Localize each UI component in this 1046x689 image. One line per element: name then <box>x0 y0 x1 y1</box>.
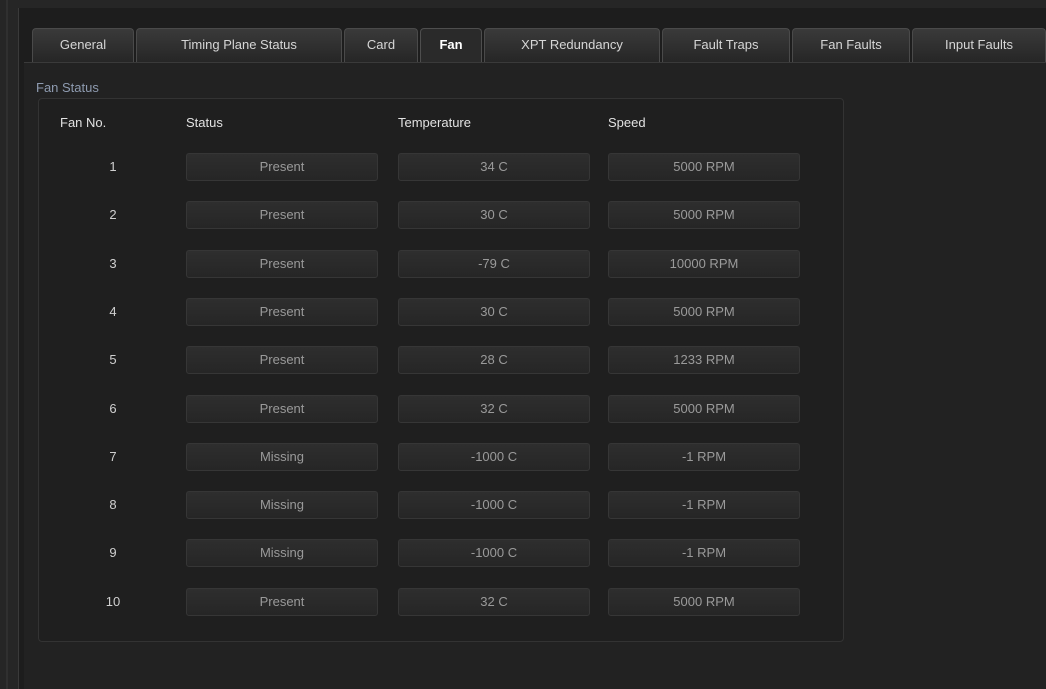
fan-number: 6 <box>109 401 117 416</box>
fan-number: 7 <box>109 449 117 464</box>
tab-xpt-redundancy[interactable]: XPT Redundancy <box>484 28 660 62</box>
window-top-border <box>18 0 1046 8</box>
tab-fault-traps[interactable]: Fault Traps <box>662 28 790 62</box>
fan-number: 1 <box>109 159 117 174</box>
fan-status-field: Missing <box>186 491 378 519</box>
fan-status-field: Present <box>186 250 378 278</box>
column-header-temperature: Temperature <box>398 115 471 130</box>
fan-temperature-field: -79 C <box>398 250 590 278</box>
column-header-fan-no: Fan No. <box>60 115 107 130</box>
tab-timing-plane-status[interactable]: Timing Plane Status <box>136 28 342 62</box>
fan-number: 2 <box>109 207 117 222</box>
tab-card[interactable]: Card <box>344 28 418 62</box>
fan-number: 4 <box>109 304 117 319</box>
fan-status-field: Present <box>186 153 378 181</box>
fan-temperature-field: -1000 C <box>398 491 590 519</box>
fan-status-field: Missing <box>186 443 378 471</box>
application-window: General Timing Plane Status Card Fan XPT… <box>0 0 1046 689</box>
fan-status-field: Present <box>186 201 378 229</box>
fan-number: 8 <box>109 497 117 512</box>
fan-speed-field: 5000 RPM <box>608 395 800 423</box>
fan-temperature-field: -1000 C <box>398 443 590 471</box>
fan-speed-field: 5000 RPM <box>608 153 800 181</box>
fan-status-field: Present <box>186 298 378 326</box>
fan-temperature-field: -1000 C <box>398 539 590 567</box>
fan-speed-field: 1233 RPM <box>608 346 800 374</box>
fan-speed-field: 10000 RPM <box>608 250 800 278</box>
fan-speed-field: -1 RPM <box>608 443 800 471</box>
section-title: Fan Status <box>36 80 99 95</box>
fan-temperature-field: 30 C <box>398 298 590 326</box>
fan-temperature-field: 32 C <box>398 395 590 423</box>
fan-number: 9 <box>109 545 117 560</box>
tab-fan[interactable]: Fan <box>420 28 482 63</box>
fan-speed-field: 5000 RPM <box>608 201 800 229</box>
fan-temperature-field: 34 C <box>398 153 590 181</box>
fan-status-field: Present <box>186 588 378 616</box>
fan-number: 3 <box>109 256 117 271</box>
tab-bar: General Timing Plane Status Card Fan XPT… <box>24 28 1046 63</box>
fan-temperature-field: 28 C <box>398 346 590 374</box>
fan-status-field: Present <box>186 395 378 423</box>
fan-status-field: Present <box>186 346 378 374</box>
fan-temperature-field: 30 C <box>398 201 590 229</box>
fan-speed-field: -1 RPM <box>608 539 800 567</box>
fan-number: 5 <box>109 352 117 367</box>
fan-speed-field: -1 RPM <box>608 491 800 519</box>
column-header-speed: Speed <box>608 115 646 130</box>
fan-status-field: Missing <box>186 539 378 567</box>
fan-temperature-field: 32 C <box>398 588 590 616</box>
fan-speed-field: 5000 RPM <box>608 298 800 326</box>
column-header-status: Status <box>186 115 223 130</box>
fan-number: 10 <box>105 594 121 609</box>
tab-input-faults[interactable]: Input Faults <box>912 28 1046 62</box>
tab-fan-faults[interactable]: Fan Faults <box>792 28 910 62</box>
fan-speed-field: 5000 RPM <box>608 588 800 616</box>
tab-general[interactable]: General <box>32 28 134 62</box>
window-left-border <box>0 0 19 689</box>
